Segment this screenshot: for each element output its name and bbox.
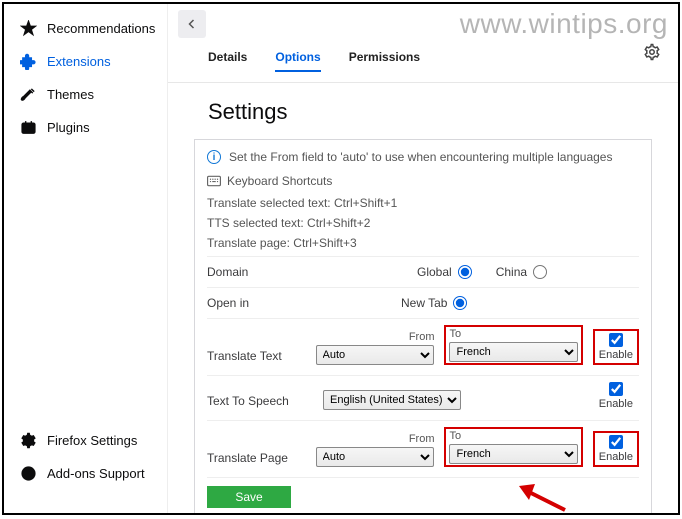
save-button[interactable]: Save xyxy=(207,486,291,508)
radio-label-text: Global xyxy=(417,265,452,279)
translate-page-from-select[interactable]: Auto xyxy=(316,447,435,467)
puzzle-icon xyxy=(20,53,37,70)
sidebar-item-label: Themes xyxy=(47,87,94,102)
sidebar-item-addons-support[interactable]: Add-ons Support xyxy=(10,457,161,490)
help-icon xyxy=(20,465,37,482)
chevron-left-icon xyxy=(186,18,198,30)
radio-new-tab[interactable]: New Tab xyxy=(401,296,467,310)
sidebar-item-extensions[interactable]: Extensions xyxy=(10,45,161,78)
tab-bar: Details Options Permissions xyxy=(168,50,678,83)
row-translate-text: Translate Text From Auto To French Enabl… xyxy=(207,318,639,375)
brush-icon xyxy=(20,86,37,103)
tts-label: Text To Speech xyxy=(207,394,313,410)
sidebar-item-plugins[interactable]: Plugins xyxy=(10,111,161,144)
translate-text-enable-checkbox[interactable] xyxy=(609,333,623,347)
translate-page-to-select[interactable]: French xyxy=(449,444,577,464)
open-in-label: Open in xyxy=(207,296,313,310)
from-label: From xyxy=(316,331,435,343)
tts-enable-checkbox[interactable] xyxy=(609,382,623,396)
info-text: Set the From field to 'auto' to use when… xyxy=(229,150,612,164)
translate-page-enable-checkbox[interactable] xyxy=(609,435,623,449)
radio-china-input[interactable] xyxy=(533,265,547,279)
translate-text-label: Translate Text xyxy=(207,349,306,365)
sidebar-item-label: Firefox Settings xyxy=(47,433,137,448)
gear-icon xyxy=(20,432,37,449)
annotation-arrow xyxy=(517,482,567,513)
sidebar-item-label: Plugins xyxy=(47,120,90,135)
translate-text-enable-highlight: Enable xyxy=(593,329,639,365)
row-translate-page: Translate Page From Auto To French Enabl… xyxy=(207,420,639,477)
radio-china[interactable]: China xyxy=(496,265,547,279)
kb-shortcut-3: Translate page: Ctrl+Shift+3 xyxy=(207,236,639,250)
main-panel: Details Options Permissions Settings i S… xyxy=(168,4,678,513)
keyboard-shortcuts-header: Keyboard Shortcuts xyxy=(207,174,639,188)
settings-gear-button[interactable] xyxy=(640,40,664,64)
info-icon: i xyxy=(207,150,221,164)
row-domain: Domain Global China xyxy=(207,256,639,287)
kb-header-text: Keyboard Shortcuts xyxy=(227,174,332,188)
plugin-icon xyxy=(20,119,37,136)
radio-label-text: China xyxy=(496,265,527,279)
tts-language-select[interactable]: English (United States) xyxy=(323,390,461,410)
from-label: From xyxy=(316,433,435,445)
sidebar: Recommendations Extensions Themes Plugin… xyxy=(4,4,168,513)
star-icon xyxy=(20,20,37,37)
sidebar-item-label: Extensions xyxy=(47,54,111,69)
save-row: Save xyxy=(207,477,639,508)
gear-icon xyxy=(643,43,661,61)
to-label: To xyxy=(449,430,577,442)
radio-global-input[interactable] xyxy=(458,265,472,279)
kb-shortcut-1: Translate selected text: Ctrl+Shift+1 xyxy=(207,196,639,210)
tab-details[interactable]: Details xyxy=(208,50,247,72)
translate-page-label: Translate Page xyxy=(207,451,306,467)
radio-new-tab-input[interactable] xyxy=(453,296,467,310)
enable-label: Enable xyxy=(599,349,633,361)
sidebar-item-label: Add-ons Support xyxy=(47,466,145,481)
sidebar-item-recommendations[interactable]: Recommendations xyxy=(10,12,161,45)
tab-options[interactable]: Options xyxy=(275,50,320,72)
radio-global[interactable]: Global xyxy=(417,265,472,279)
enable-label: Enable xyxy=(599,451,633,463)
row-open-in: Open in New Tab xyxy=(207,287,639,318)
back-button[interactable] xyxy=(178,10,206,38)
translate-text-to-select[interactable]: French xyxy=(449,342,577,362)
sidebar-item-label: Recommendations xyxy=(47,21,155,36)
translate-page-enable-highlight: Enable xyxy=(593,431,639,467)
sidebar-item-firefox-settings[interactable]: Firefox Settings xyxy=(10,424,161,457)
keyboard-icon xyxy=(207,175,221,187)
to-label: To xyxy=(449,328,577,340)
row-text-to-speech: Text To Speech English (United States) E… xyxy=(207,375,639,420)
translate-text-to-highlight: To French xyxy=(444,325,582,365)
sidebar-item-themes[interactable]: Themes xyxy=(10,78,161,111)
tab-permissions[interactable]: Permissions xyxy=(349,50,420,72)
translate-text-from-select[interactable]: Auto xyxy=(316,345,435,365)
settings-panel: i Set the From field to 'auto' to use wh… xyxy=(194,139,652,513)
radio-label-text: New Tab xyxy=(401,296,447,310)
info-banner: i Set the From field to 'auto' to use wh… xyxy=(207,150,639,164)
translate-page-to-highlight: To French xyxy=(444,427,582,467)
page-title: Settings xyxy=(168,83,678,139)
kb-shortcut-2: TTS selected text: Ctrl+Shift+2 xyxy=(207,216,639,230)
domain-label: Domain xyxy=(207,265,313,279)
enable-label: Enable xyxy=(599,398,633,410)
